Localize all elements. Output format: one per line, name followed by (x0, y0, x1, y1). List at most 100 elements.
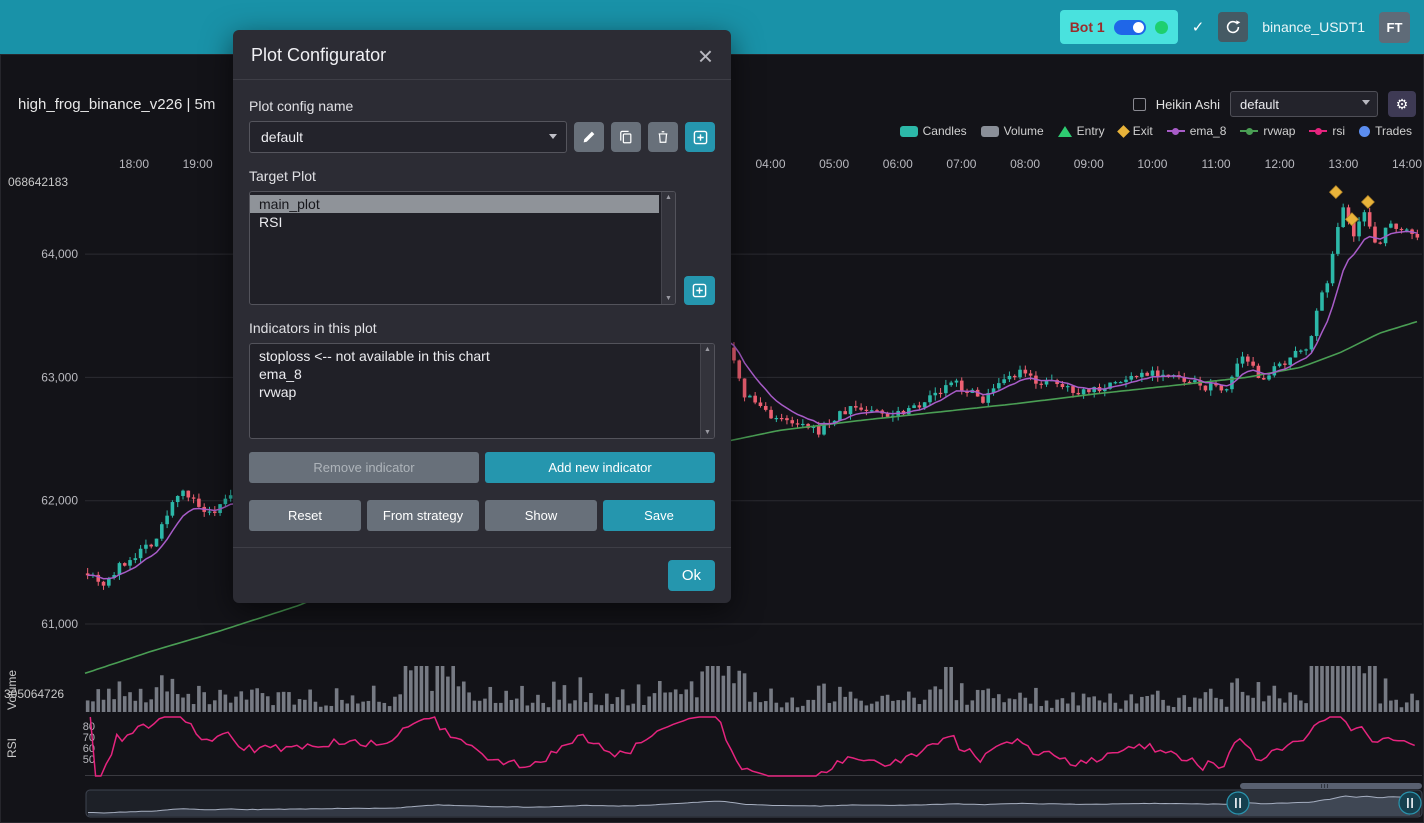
pair-label: binance_USDT1 (1262, 19, 1365, 35)
legend-item-entry[interactable]: Entry (1058, 124, 1105, 138)
delete-config-button[interactable] (648, 122, 678, 152)
target-plot-item[interactable]: RSI (250, 213, 659, 231)
plot-config-dropdown[interactable]: default (1230, 91, 1378, 117)
indicator-item[interactable]: ema_8 (250, 365, 698, 383)
legend-diamond-icon (1117, 125, 1130, 138)
plus-square-icon (692, 283, 707, 298)
target-plot-scrollbar[interactable]: ▲ ▼ (661, 192, 675, 304)
legend-triangle-icon (1058, 126, 1072, 137)
svg-text:14:00: 14:00 (1392, 157, 1422, 171)
zoom-handle-icon[interactable] (1227, 792, 1249, 814)
rename-config-button[interactable] (574, 122, 604, 152)
svg-text:18:00: 18:00 (119, 157, 149, 171)
svg-text:13:00: 13:00 (1328, 157, 1358, 171)
data-zoom-navigator (86, 783, 1422, 817)
plot-config-name-value: default (261, 129, 303, 145)
indicators-scrollbar[interactable]: ▲ ▼ (700, 344, 714, 438)
target-plot-list-items: main_plotRSI (250, 195, 659, 231)
svg-text:05:00: 05:00 (819, 157, 849, 171)
show-button[interactable]: Show (485, 500, 597, 531)
check-icon: ✓ (1192, 18, 1205, 36)
modal-body: Plot config name default (233, 80, 731, 547)
legend-label: rvwap (1263, 124, 1295, 138)
scroll-up-icon[interactable]: ▲ (704, 346, 711, 353)
legend-label: Trades (1375, 124, 1412, 138)
target-plot-list[interactable]: main_plotRSI ▲ ▼ (249, 191, 676, 305)
plot-settings-button[interactable]: ⚙ (1388, 91, 1416, 117)
zoom-handle-icon[interactable] (1399, 792, 1421, 814)
duplicate-config-button[interactable] (611, 122, 641, 152)
refresh-icon (1225, 19, 1241, 35)
scroll-up-icon[interactable]: ▲ (665, 194, 672, 201)
plot-configurator-modal: Plot Configurator × Plot config name def… (233, 30, 731, 603)
indicator-actions-row: Remove indicator Add new indicator (249, 452, 715, 483)
chevron-down-icon (1362, 100, 1370, 105)
reset-button[interactable]: Reset (249, 500, 361, 531)
add-config-button[interactable] (685, 122, 715, 152)
add-plot-button[interactable] (684, 276, 715, 305)
legend-item-rvwap[interactable]: rvwap (1240, 124, 1295, 138)
close-icon[interactable]: × (698, 47, 713, 65)
legend-rect-icon (900, 126, 918, 137)
plot-config-dropdown-value: default (1240, 97, 1279, 112)
bot-name-label: Bot 1 (1070, 19, 1105, 35)
user-avatar-button[interactable]: FT (1379, 12, 1410, 43)
legend-label: ema_8 (1190, 124, 1227, 138)
add-new-indicator-button[interactable]: Add new indicator (485, 452, 715, 483)
legend-item-ema_8[interactable]: ema_8 (1167, 124, 1227, 138)
target-plot-label: Target Plot (249, 168, 715, 184)
from-strategy-button[interactable]: From strategy (367, 500, 479, 531)
indicators-list-items: stoploss <-- not available in this chart… (250, 347, 698, 401)
rsi-line (90, 717, 1414, 776)
legend-label: Exit (1133, 124, 1153, 138)
legend-circle-icon (1359, 126, 1370, 137)
indicator-item[interactable]: stoploss <-- not available in this chart (250, 347, 698, 365)
legend-item-candles[interactable]: Candles (900, 124, 967, 138)
zoom-scrollbar[interactable] (1240, 783, 1422, 789)
chevron-down-icon (549, 134, 557, 139)
legend-rect-icon (981, 126, 999, 137)
bot-selector[interactable]: Bot 1 (1060, 10, 1178, 44)
plot-config-name-select[interactable]: default (249, 121, 567, 153)
scroll-down-icon[interactable]: ▼ (704, 429, 711, 436)
refresh-button[interactable] (1218, 12, 1248, 42)
trade-markers (1330, 186, 1375, 226)
svg-text:RSI: RSI (5, 738, 19, 758)
indicator-item[interactable]: rvwap (250, 383, 698, 401)
svg-text:62,000: 62,000 (41, 494, 78, 508)
svg-text:07:00: 07:00 (946, 157, 976, 171)
modal-footer: Ok (233, 547, 731, 603)
svg-text:19:00: 19:00 (183, 157, 213, 171)
modal-header: Plot Configurator × (233, 30, 731, 80)
save-button[interactable]: Save (603, 500, 715, 531)
svg-text:Volume: Volume (5, 670, 19, 710)
heikin-ashi-checkbox[interactable] (1133, 98, 1146, 111)
bot-toggle-knob (1133, 22, 1144, 33)
plot-config-row: default (249, 121, 715, 153)
legend-line-icon (1309, 130, 1327, 132)
svg-text:10:00: 10:00 (1137, 157, 1167, 171)
legend-item-exit[interactable]: Exit (1119, 124, 1153, 138)
legend-item-trades[interactable]: Trades (1359, 124, 1412, 138)
volume-bars (86, 666, 1419, 712)
svg-text:068642183: 068642183 (8, 175, 68, 189)
target-plot-row: main_plotRSI ▲ ▼ (249, 191, 715, 305)
strategy-title: high_frog_binance_v226 | 5m (18, 96, 215, 113)
remove-indicator-button[interactable]: Remove indicator (249, 452, 479, 483)
svg-text:12:00: 12:00 (1265, 157, 1295, 171)
bot-toggle[interactable] (1114, 20, 1146, 35)
pencil-icon (582, 130, 596, 144)
app-root: 64,00063,00062,00061,00018:0019:0020:002… (0, 0, 1424, 823)
svg-text:61,000: 61,000 (41, 617, 78, 631)
legend-item-rsi[interactable]: rsi (1309, 124, 1345, 138)
target-plot-item[interactable]: main_plot (250, 195, 659, 213)
copy-icon (619, 130, 633, 144)
legend-label: rsi (1332, 124, 1345, 138)
svg-text:08:00: 08:00 (1010, 157, 1040, 171)
plot-config-name-label: Plot config name (249, 98, 715, 114)
bot-status-dot (1155, 21, 1168, 34)
scroll-down-icon[interactable]: ▼ (665, 295, 672, 302)
ok-button[interactable]: Ok (668, 560, 715, 591)
legend-item-volume[interactable]: Volume (981, 124, 1044, 138)
indicators-list[interactable]: stoploss <-- not available in this chart… (249, 343, 715, 439)
